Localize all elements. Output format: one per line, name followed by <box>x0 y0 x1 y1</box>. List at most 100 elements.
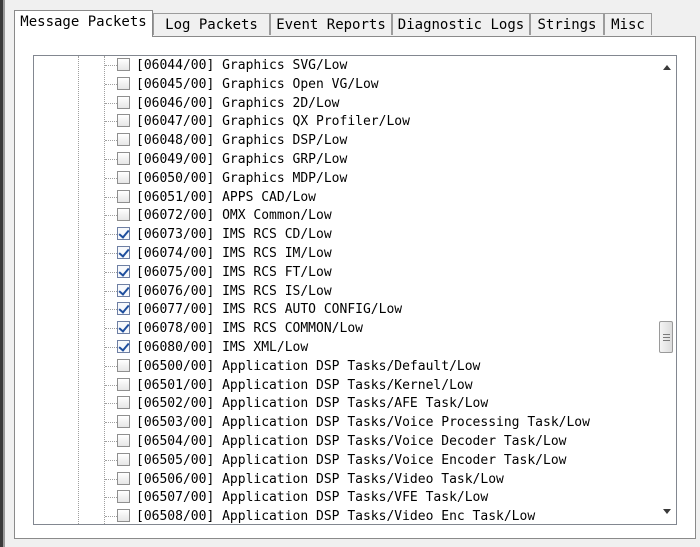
tree-item[interactable]: [06501/00] Application DSP Tasks/Kernel/… <box>104 376 664 395</box>
tab-log-packets[interactable]: Log Packets <box>153 13 270 35</box>
tree-item-label: [06046/00] Graphics 2D/Low <box>136 95 340 111</box>
tree-item[interactable]: [06507/00] Application DSP Tasks/VFE Tas… <box>104 488 664 507</box>
tree-connector <box>105 497 117 499</box>
tree-connector <box>105 121 117 123</box>
scroll-thumb[interactable] <box>659 321 673 353</box>
checkbox[interactable] <box>117 114 130 128</box>
tree-item[interactable]: [06076/00] IMS RCS IS/Low <box>104 282 664 301</box>
checkbox[interactable] <box>117 509 130 523</box>
tab-strings[interactable]: Strings <box>530 13 604 35</box>
tree-item-label: [06503/00] Application DSP Tasks/Voice P… <box>136 415 590 431</box>
tree-item[interactable]: [06506/00] Application DSP Tasks/Video T… <box>104 470 664 489</box>
tab-misc[interactable]: Misc <box>604 13 652 35</box>
tree-connector <box>105 140 117 142</box>
tree-item[interactable]: [06503/00] Application DSP Tasks/Voice P… <box>104 413 664 432</box>
checkbox[interactable] <box>117 358 130 372</box>
tree-item[interactable]: [06500/00] Application DSP Tasks/Default… <box>104 357 664 376</box>
tree-item-label: [06073/00] IMS RCS CD/Low <box>136 227 332 243</box>
tree-item-label: [06506/00] Application DSP Tasks/Video T… <box>136 471 504 487</box>
checkbox[interactable] <box>117 471 130 485</box>
grip-line <box>663 334 670 335</box>
window-left-edge-shadow <box>3 0 5 547</box>
checkbox[interactable] <box>117 208 130 222</box>
grip-line <box>663 340 670 341</box>
grip-line <box>663 337 670 338</box>
tree-item-label: [06076/00] IMS RCS IS/Low <box>136 283 332 299</box>
checkbox[interactable] <box>117 95 130 109</box>
tree-item[interactable]: [06046/00] Graphics 2D/Low <box>104 94 664 113</box>
message-packets-tree[interactable]: [06044/00] Graphics SVG/Low [06045/00] Gr… <box>33 55 677 525</box>
tree-connector <box>105 328 117 330</box>
tree-item[interactable]: [06078/00] IMS RCS COMMON/Low <box>104 319 664 338</box>
tree-item-label: [06050/00] Graphics MDP/Low <box>136 170 348 186</box>
tree-item[interactable]: [06502/00] Application DSP Tasks/AFE Tas… <box>104 394 664 413</box>
tree-connector <box>105 253 117 254</box>
tree-connector <box>105 177 117 179</box>
tree-item[interactable]: [06075/00] IMS RCS FT/Low <box>104 263 664 282</box>
tree-guide-line <box>78 56 79 524</box>
scroll-down-arrow-icon[interactable] <box>663 509 671 514</box>
tree-connector <box>105 459 117 461</box>
tree-item-label: [06077/00] IMS RCS AUTO CONFIG/Low <box>136 302 403 318</box>
tree-item[interactable]: [06073/00] IMS RCS CD/Low <box>104 225 664 244</box>
tree-connector <box>105 347 117 348</box>
tree-item-label: [06505/00] Application DSP Tasks/Voice E… <box>136 452 567 468</box>
tree-item-label: [06074/00] IMS RCS IM/Low <box>136 246 332 261</box>
tree-item[interactable]: [06508/00] Application DSP Tasks/Video E… <box>104 507 664 525</box>
checkbox-checked[interactable] <box>117 302 130 316</box>
tree-item-label: [06508/00] Application DSP Tasks/Video E… <box>136 509 536 525</box>
vertical-scrollbar[interactable] <box>658 56 676 524</box>
tree-connector <box>105 478 117 480</box>
checkbox[interactable] <box>117 490 130 504</box>
tree-item[interactable]: [06504/00] Application DSP Tasks/Voice D… <box>104 432 664 451</box>
tree-item-label: [06500/00] Application DSP Tasks/Default… <box>136 358 481 374</box>
checkbox[interactable] <box>117 76 130 90</box>
tree-item[interactable]: [06049/00] Graphics GRP/Low <box>104 150 664 169</box>
tree-item[interactable]: [06072/00] OMX Common/Low <box>104 206 664 225</box>
tree-item-label: [06080/00] IMS XML/Low <box>136 340 309 355</box>
checkbox[interactable] <box>117 189 130 203</box>
tree-item-label: [06504/00] Application DSP Tasks/Voice D… <box>136 434 567 449</box>
tree-connector <box>105 403 117 405</box>
tree-item[interactable]: [06074/00] IMS RCS IM/Low <box>104 244 664 263</box>
tree-item[interactable]: [06077/00] IMS RCS AUTO CONFIG/Low <box>104 300 664 319</box>
tab-message-packets[interactable]: Message Packets <box>14 10 153 37</box>
checkbox-checked[interactable] <box>117 283 130 297</box>
tree-item[interactable]: [06047/00] Graphics QX Profiler/Low <box>104 112 664 131</box>
tab-diagnostic-logs[interactable]: Diagnostic Logs <box>392 13 530 35</box>
tree-item[interactable]: [06048/00] Graphics DSP/Low <box>104 131 664 150</box>
checkbox-checked[interactable] <box>117 340 130 353</box>
checkbox-checked[interactable] <box>117 246 130 259</box>
checkbox-checked[interactable] <box>117 264 130 278</box>
tree-connector <box>105 271 117 273</box>
tree-connector <box>105 422 117 424</box>
checkbox[interactable] <box>117 434 130 447</box>
tree-item-label: [06507/00] Application DSP Tasks/VFE Tas… <box>136 490 489 506</box>
tree-item[interactable]: [06505/00] Application DSP Tasks/Voice E… <box>104 451 664 470</box>
tree-item[interactable]: [06080/00] IMS XML/Low <box>104 338 664 357</box>
checkbox-checked[interactable] <box>117 321 130 335</box>
tree-item-label: [06072/00] OMX Common/Low <box>136 208 332 224</box>
checkbox[interactable] <box>117 133 130 147</box>
tree-connector <box>105 384 117 386</box>
tree-connector <box>105 234 117 236</box>
tree-item-label: [06078/00] IMS RCS COMMON/Low <box>136 321 363 337</box>
tree-item-label: [06047/00] Graphics QX Profiler/Low <box>136 114 410 130</box>
tree-item[interactable]: [06045/00] Graphics Open VG/Low <box>104 75 664 94</box>
tree-item-label: [06045/00] Graphics Open VG/Low <box>136 76 379 92</box>
checkbox[interactable] <box>117 152 130 165</box>
tree-item[interactable]: [06050/00] Graphics MDP/Low <box>104 169 664 188</box>
checkbox[interactable] <box>117 58 130 71</box>
checkbox[interactable] <box>117 452 130 466</box>
checkbox[interactable] <box>117 377 130 391</box>
tree-item-label: [06048/00] Graphics DSP/Low <box>136 133 348 149</box>
tab-event-reports[interactable]: Event Reports <box>270 13 392 35</box>
scroll-up-arrow-icon[interactable] <box>663 65 671 70</box>
checkbox-checked[interactable] <box>117 227 130 241</box>
checkbox[interactable] <box>117 415 130 429</box>
checkbox[interactable] <box>117 170 130 184</box>
tree-connector <box>105 516 117 518</box>
tree-item[interactable]: [06051/00] APPS CAD/Low <box>104 188 664 207</box>
checkbox[interactable] <box>117 396 130 410</box>
tree-item[interactable]: [06044/00] Graphics SVG/Low <box>104 56 664 75</box>
